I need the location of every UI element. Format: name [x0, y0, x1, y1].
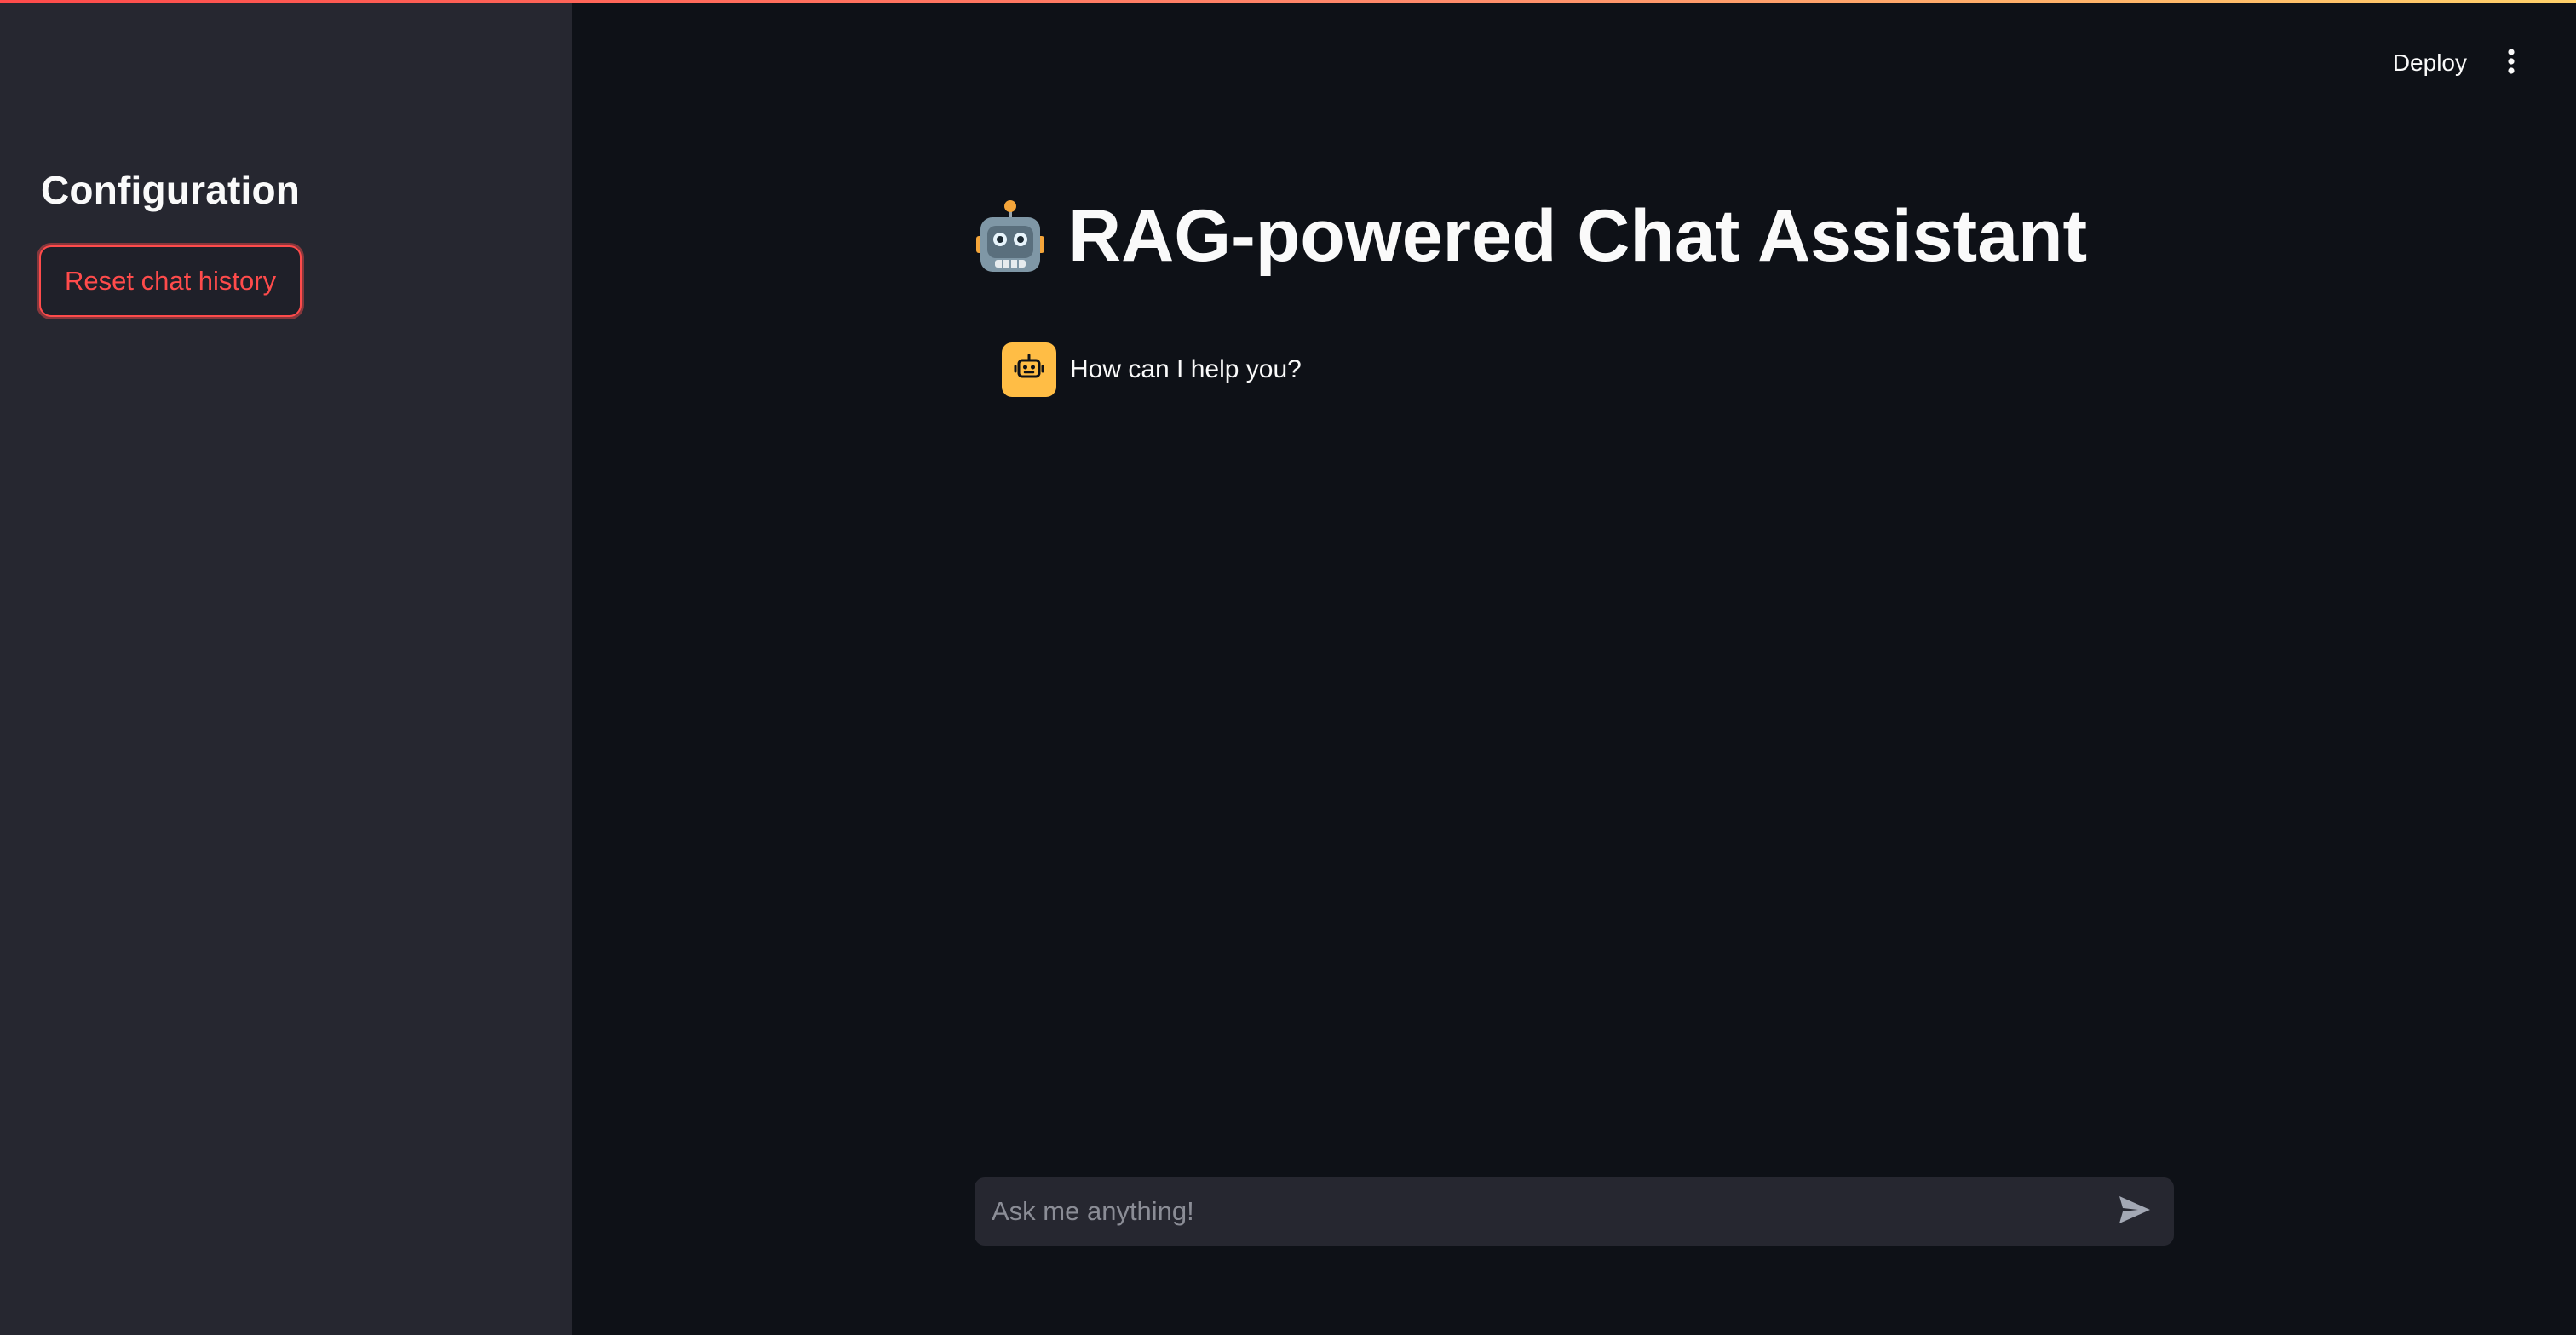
main-menu-button[interactable]	[2496, 43, 2527, 83]
main-content: Deploy RAG-powered Chat Assistant How ca…	[572, 0, 2576, 1335]
send-icon	[2118, 1194, 2152, 1229]
sidebar-title: Configuration	[41, 168, 301, 212]
chat-input-container	[975, 1177, 2174, 1246]
vertical-dots-icon	[2507, 48, 2516, 79]
deploy-button[interactable]: Deploy	[2381, 43, 2479, 83]
robot-icon	[1014, 353, 1044, 388]
assistant-chat-message: How can I help you?	[1002, 342, 1302, 397]
page-title-text: RAG-powered Chat Assistant	[1068, 195, 2088, 277]
page-title: RAG-powered Chat Assistant	[975, 194, 2087, 279]
robot-face-emoji-icon	[975, 199, 1046, 275]
reset-chat-history-button[interactable]: Reset chat history	[39, 245, 302, 317]
top-decoration-stripe	[0, 0, 2576, 3]
chat-input[interactable]	[990, 1185, 2111, 1238]
assistant-message-text: How can I help you?	[1070, 355, 1302, 383]
send-button[interactable]	[2111, 1188, 2159, 1235]
sidebar: Configuration Reset chat history	[0, 0, 572, 1335]
assistant-avatar	[1002, 342, 1056, 397]
